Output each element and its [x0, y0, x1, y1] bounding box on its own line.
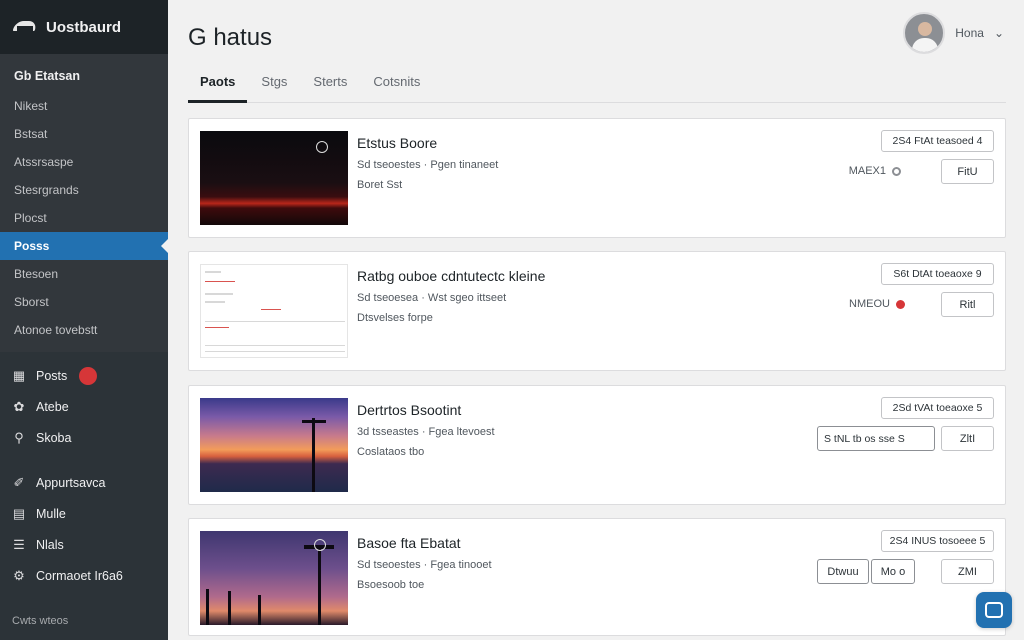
settings-icon: ⚙ [13, 567, 25, 583]
post-meta: Sd tseoestes · Pgen tinaneet [357, 159, 499, 171]
post-thumbnail[interactable] [200, 398, 348, 492]
sidebar-item-label: Skoba [36, 430, 72, 445]
status-dot-icon [892, 166, 901, 176]
notification-badge [79, 366, 98, 385]
user-name[interactable]: Hona [955, 26, 984, 40]
tab-cotsnits[interactable]: Cotsnits [361, 64, 432, 103]
submenu-item[interactable]: Bstsat [0, 120, 168, 148]
sidebar-item-tools[interactable]: ☰ Nlals [0, 529, 168, 560]
submenu-item[interactable]: Atonoe tovebstt [0, 316, 168, 344]
tab-posts[interactable]: Paots [188, 64, 248, 103]
brand-title: Uostbaurd [46, 18, 121, 36]
post-card[interactable]: Basoe fta Ebatat Sd tseoestes · Fgea tin… [188, 518, 1006, 636]
sidebar-item-label: Appurtsavca [36, 475, 106, 490]
status-badge: NMEOU [849, 298, 905, 310]
collapse-menu-button[interactable]: Cwts wteos [0, 608, 80, 634]
submenu-item[interactable]: Btesoen [0, 260, 168, 288]
tools-icon: ☰ [13, 536, 25, 552]
sidebar-item-label: Cormaoet Ir6a6 [36, 568, 123, 583]
collapse-label: Cwts wteos [12, 615, 69, 627]
sidebar-item-settings[interactable]: ⚙ Cormaoet Ir6a6 [0, 560, 168, 591]
sidebar-item-label: Posts [36, 368, 68, 383]
submenu-item[interactable]: Nikest [0, 92, 168, 120]
user-menu[interactable]: Hona ⌄ [903, 12, 1004, 54]
help-chat-button[interactable] [976, 592, 1012, 628]
brush-icon: ✐ [13, 474, 25, 490]
post-pill[interactable]: 2Sd tVAt toeaoxe 5 [881, 397, 994, 419]
post-action-button[interactable]: ZMI [941, 559, 994, 584]
post-tertiary-button[interactable]: Mo o [871, 559, 915, 584]
logo-icon [14, 19, 38, 35]
sidebar-submenu: Gb Etatsan Nikest Bstsat Atssrsaspe Stes… [0, 54, 168, 352]
post-action-button[interactable]: Ritl [941, 292, 994, 317]
tab-sterts[interactable]: Sterts [301, 64, 359, 103]
tab-bar: Paots Stgs Sterts Cotsnits [188, 64, 1006, 103]
post-meta: Sd tseoesea · Wst sgeo ittseet [357, 292, 507, 304]
chat-icon [985, 602, 1003, 618]
post-pill[interactable]: S6t DtAt toeaoxe 9 [881, 263, 994, 285]
tab-stgs[interactable]: Stgs [249, 64, 299, 103]
submenu-heading[interactable]: Gb Etatsan [0, 60, 168, 92]
post-card[interactable]: Etstus Boore Sd tseoestes · Pgen tinanee… [188, 118, 1006, 238]
post-pill[interactable]: 2S4 INUS tosoeee 5 [881, 530, 994, 552]
status-dot-icon [896, 299, 905, 309]
plugins-icon: ▤ [12, 505, 26, 521]
chevron-down-icon[interactable]: ⌄ [994, 26, 1004, 40]
sidebar-item-media[interactable]: ✿ Atebe [0, 391, 168, 422]
post-action-button[interactable]: FitU [941, 159, 994, 184]
page-title: G hatus [188, 24, 273, 51]
post-action-button[interactable]: ZltI [941, 426, 994, 451]
sidebar-item-posts[interactable]: ▦ Posts [0, 360, 168, 391]
submenu-item[interactable]: Atssrsaspe [0, 148, 168, 176]
sidebar-item-appearance[interactable]: ✐ Appurtsavca [0, 467, 168, 498]
status-text: NMEOU [849, 298, 890, 310]
admin-sidebar: Uostbaurd Gb Etatsan Nikest Bstsat Atssr… [0, 0, 168, 640]
post-title[interactable]: Basoe fta Ebatat [357, 535, 461, 551]
post-meta: Sd tseoestes · Fgea tinooet [357, 559, 492, 571]
status-text: MAEX1 [848, 165, 886, 177]
submenu-item[interactable]: Stesrgrands [0, 176, 168, 204]
submenu-item[interactable]: Sborst [0, 288, 168, 316]
post-title[interactable]: Etstus Boore [357, 135, 437, 151]
submenu-item[interactable]: Plocst [0, 204, 168, 232]
post-title[interactable]: Dertrtos Bsootint [357, 402, 461, 418]
submenu-item-active[interactable]: Posss [0, 232, 168, 260]
sidebar-item-label: Atebe [36, 399, 69, 414]
post-secondary-button[interactable]: Dtwuu [817, 559, 869, 584]
post-card[interactable]: Ratbg ouboe cdntutectc kleine Sd tseoese… [188, 251, 1006, 371]
post-author: Coslataos tbo [357, 446, 425, 458]
camera-icon [316, 141, 328, 153]
post-pill[interactable]: 2S4 FtAt teasoed 4 [881, 130, 994, 152]
posts-icon: ▦ [12, 367, 26, 383]
sidebar-item-plugins[interactable]: ▤ Mulle [0, 498, 168, 529]
sidebar-menu: ▦ Posts ✿ Atebe ⚲ Skoba ✐ Appurtsavca ▤ … [0, 352, 168, 591]
post-thumbnail[interactable] [200, 264, 348, 358]
sidebar-item-label: Nlals [36, 537, 64, 552]
post-author: Bsoesoob toe [357, 579, 425, 591]
brand-bar[interactable]: Uostbaurd [0, 0, 168, 54]
post-meta: 3d tsseastes · Fgea ltevoest [357, 426, 495, 438]
post-inline-field[interactable]: S tNL tb os sse S [817, 426, 935, 451]
post-author: Boret Sst [357, 179, 403, 191]
avatar[interactable] [903, 12, 946, 54]
status-badge: MAEX1 [849, 165, 901, 177]
media-icon: ✿ [13, 398, 25, 414]
pin-icon: ⚲ [14, 429, 24, 445]
post-title[interactable]: Ratbg ouboe cdntutectc kleine [357, 268, 545, 284]
sidebar-item-pin[interactable]: ⚲ Skoba [0, 422, 168, 453]
post-thumbnail[interactable] [200, 531, 348, 625]
sidebar-item-label: Mulle [36, 506, 66, 521]
post-author: Dtsvelses forpe [357, 312, 433, 324]
post-card[interactable]: Dertrtos Bsootint 3d tsseastes · Fgea lt… [188, 385, 1006, 505]
camera-icon [314, 539, 326, 551]
post-thumbnail[interactable] [200, 131, 348, 225]
